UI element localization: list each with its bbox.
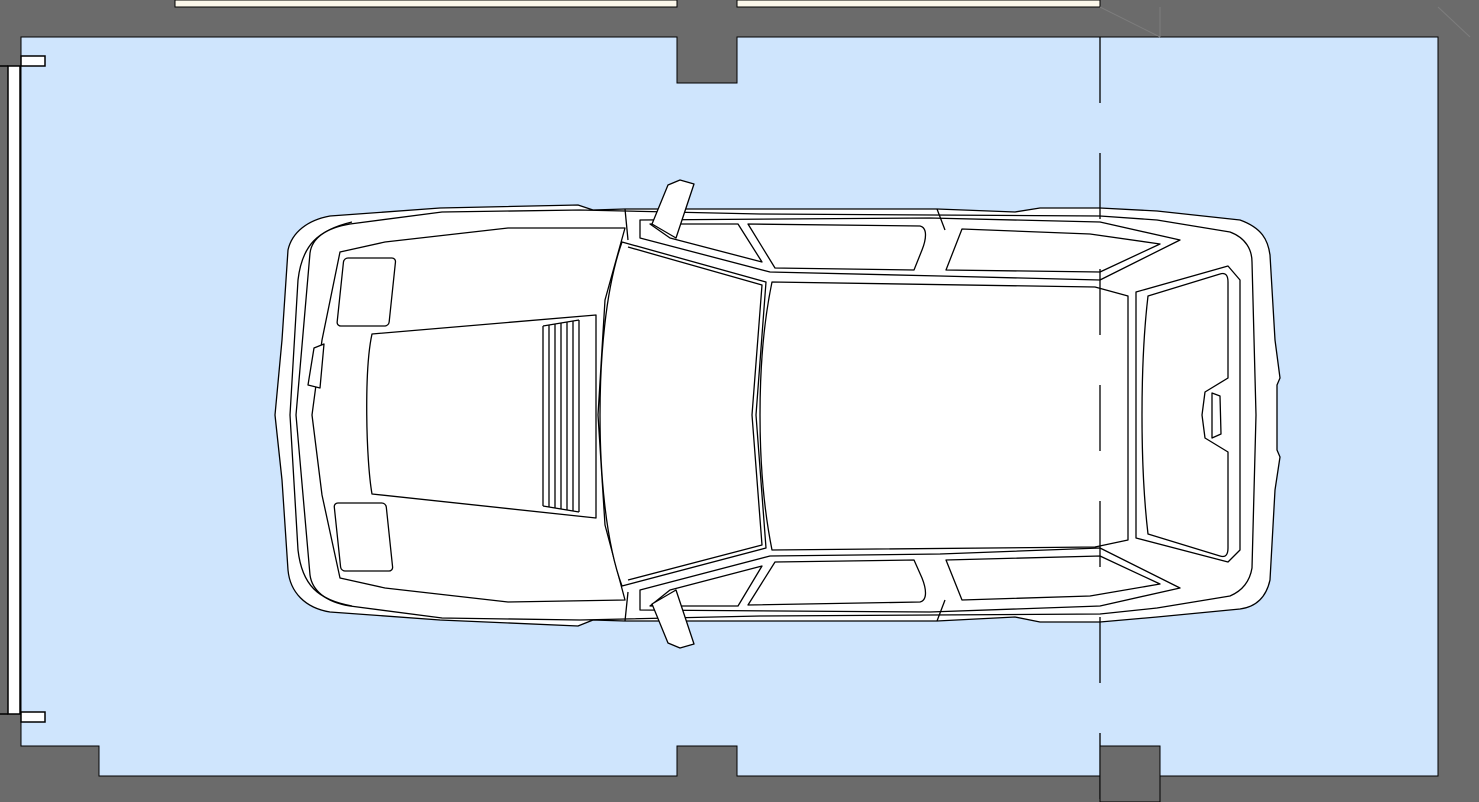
side-window-mid-top [747,223,927,271]
windshield [599,241,767,587]
headlight-top [336,257,397,327]
side-window-mid-bottom [747,559,927,606]
hood-vent [542,319,580,513]
door-hinge-bottom [20,711,46,723]
car-top-view [274,179,1281,649]
headlight-bottom [333,502,394,572]
adjacent-room-right [736,0,1101,8]
roof [759,281,1129,551]
column-bottom-right [1099,745,1161,802]
adjacent-room-left [174,0,678,8]
door-hinge-top [20,55,46,67]
garage-floor-plan [0,0,1479,802]
rear-wiper [1211,392,1222,439]
